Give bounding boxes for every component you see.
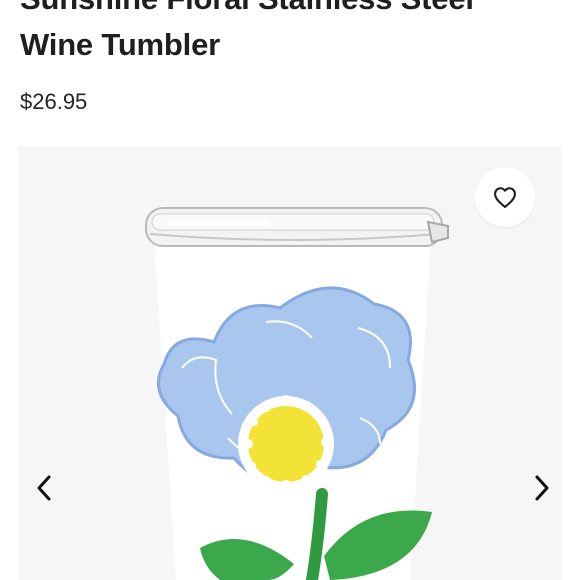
product-page: Sunshine Floral Stainless Steel Wine Tum… bbox=[0, 0, 580, 580]
product-title-line-2: Wine Tumbler bbox=[20, 27, 220, 62]
product-title: Sunshine Floral Stainless Steel Wine Tum… bbox=[20, 0, 565, 68]
previous-image-button[interactable] bbox=[22, 466, 66, 510]
favorite-button[interactable] bbox=[475, 167, 535, 227]
chevron-left-icon bbox=[37, 475, 51, 501]
next-image-button[interactable] bbox=[520, 466, 564, 510]
tumbler-lid bbox=[145, 207, 449, 247]
product-title-line-1: Sunshine Floral Stainless Steel bbox=[20, 0, 565, 22]
chevron-right-icon bbox=[535, 475, 549, 501]
heart-outline-icon bbox=[494, 187, 516, 208]
product-price: $26.95 bbox=[20, 89, 88, 114]
